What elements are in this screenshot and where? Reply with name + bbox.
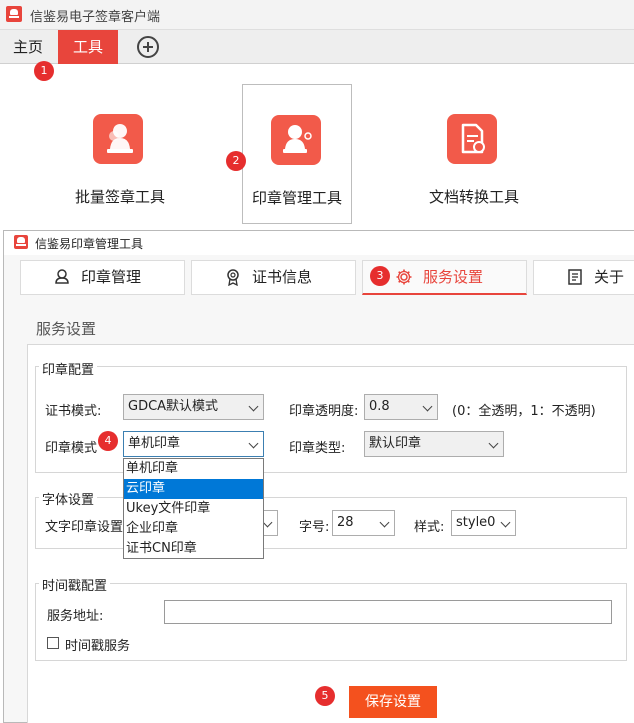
seal-type-label: 印章类型: [289,441,346,456]
text-seal-label: 文字印章设置 [45,520,124,535]
tab-seal-manage[interactable]: 印章管理 [20,260,185,295]
dropdown-option[interactable]: 企业印章 [124,519,263,539]
chevron-down-icon [262,517,273,528]
dropdown-option[interactable]: Ukey文件印章 [124,499,263,519]
tab-label: 关于 [594,268,625,286]
tool-doc-convert[interactable]: 文档转换工具 [419,84,529,224]
step-badge-4: 4 [98,431,118,451]
font-style-select[interactable]: style0 [451,510,516,536]
font-size-select[interactable]: 28 [332,510,395,536]
step-badge-1: 1 [34,61,54,81]
step-badge-2: 2 [226,151,246,171]
person-icon [55,269,69,284]
add-tab-icon[interactable] [137,36,159,58]
tab-label: 证书信息 [252,268,313,286]
document-icon [568,269,582,285]
certificate-icon [227,269,239,286]
menu-home[interactable]: 主页 [0,30,56,64]
tool-label: 批量签章工具 [74,188,165,206]
chevron-down-icon [379,517,390,528]
app-logo-icon [6,6,22,22]
step-badge-5: 5 [315,686,335,706]
tab-label: 印章管理 [81,268,142,286]
opacity-select[interactable]: 0.8 [364,394,438,420]
timestamp-checkbox[interactable] [47,637,59,649]
seal-type-select[interactable]: 默认印章 [364,431,504,457]
seal-mode-select[interactable]: 单机印章 [123,431,264,457]
menu-tools[interactable]: 工具 [58,30,118,64]
timestamp-checkbox-label: 时间戳服务 [65,639,131,654]
font-style-label: 样式: [414,520,445,535]
seal-mode-value: 单机印章 [128,436,181,451]
cert-mode-value: GDCA默认模式 [128,399,219,414]
chevron-down-icon [500,517,511,528]
document-convert-icon [447,114,497,164]
service-addr-input[interactable] [164,600,612,624]
timestamp-legend: 时间戳配置 [39,575,111,594]
gear-icon [396,269,412,285]
font-settings-legend: 字体设置 [39,489,98,508]
cert-mode-label: 证书模式: [45,404,102,419]
tool-batch-sign[interactable]: 批量签章工具 [65,84,175,224]
save-settings-button[interactable]: 保存设置 [349,686,437,718]
font-size-value: 28 [337,515,354,530]
seal-mode-dropdown: 单机印章 云印章 Ukey文件印章 企业印章 证书CN印章 [123,458,264,559]
tool-seal-manage[interactable]: 印章管理工具 [242,84,352,224]
opacity-value: 0.8 [369,399,390,414]
opacity-hint: (0：全透明，1：不透明) [452,404,596,419]
chevron-down-icon [422,401,433,412]
seal-config-legend: 印章配置 [39,359,98,378]
tool-label: 文档转换工具 [428,188,519,206]
chevron-down-icon [248,401,259,412]
tab-cert-info[interactable]: 证书信息 [191,260,356,295]
tab-label: 服务设置 [423,268,484,286]
seal-type-value: 默认印章 [369,436,422,451]
dropdown-option-highlighted[interactable]: 云印章 [124,479,263,499]
tool-label: 印章管理工具 [251,189,342,207]
dialog-title: 信鉴易印章管理工具 [35,237,144,251]
chevron-down-icon [488,438,499,449]
stamp-person-icon [93,114,143,164]
service-addr-label: 服务地址: [47,609,104,624]
section-title: 服务设置 [36,320,97,338]
dropdown-option[interactable]: 单机印章 [124,459,263,479]
font-size-label: 字号: [299,520,330,535]
dropdown-option[interactable]: 证书CN印章 [124,539,263,559]
seal-manage-icon [271,115,321,165]
app-title: 信鉴易电子签章客户端 [30,10,161,25]
chevron-down-icon [248,438,259,449]
tab-about[interactable]: 关于 [533,260,634,295]
font-style-value: style0 [456,515,496,530]
dialog-logo-icon [14,235,28,249]
opacity-label: 印章透明度: [289,404,359,419]
cert-mode-select[interactable]: GDCA默认模式 [123,394,264,420]
seal-mode-label: 印章模式 [45,441,98,456]
step-badge-3: 3 [370,266,390,286]
